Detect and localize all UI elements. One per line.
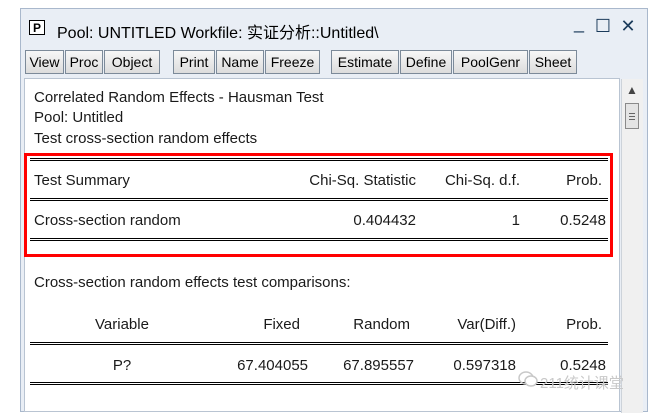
watermark-text: 211统计课堂 [540,375,624,392]
comparison-title: Cross-section random effects test compar… [34,274,351,291]
scroll-up-arrow-icon[interactable]: ▲ [626,83,638,97]
comp-row-random: 67.895557 [343,357,414,374]
comp-row-fixed: 67.404055 [237,357,308,374]
freeze-button[interactable]: Freeze [265,50,320,74]
highlight-box [24,153,613,257]
close-button[interactable]: ✕ [618,16,638,37]
name-button[interactable]: Name [216,50,264,74]
comp-header-fixed: Fixed [263,316,300,333]
comp-header-prob: Prob. [566,316,602,333]
poolgenr-button[interactable]: PoolGenr [453,50,528,74]
pool-object-icon: P [29,20,45,35]
proc-button[interactable]: Proc [65,50,103,74]
test-description: Test cross-section random effects [34,130,258,147]
comp-row-vardiff: 0.597318 [453,357,516,374]
table-rule [30,342,608,345]
sheet-button[interactable]: Sheet [529,50,577,74]
maximize-button[interactable]: ☐ [593,16,613,37]
print-button[interactable]: Print [173,50,215,74]
comp-header-variable: Variable [95,316,149,333]
wechat-logo-icon [518,371,538,387]
grip-line [629,116,635,117]
view-button[interactable]: View [25,50,64,74]
grip-line [629,113,635,114]
window-title: Pool: UNTITLED Workfile: 实证分析::Untitled\ [57,25,379,42]
estimate-button[interactable]: Estimate [331,50,399,74]
title-bar[interactable]: P Pool: UNTITLED Workfile: 实证分析::Untitle… [21,9,647,45]
vertical-scrollbar[interactable]: ▲ [621,79,643,413]
scroll-thumb[interactable] [625,103,639,129]
pool-label: Pool: Untitled [34,109,124,126]
comp-row-variable: P? [112,357,132,374]
output-heading: Correlated Random Effects - Hausman Test [34,89,324,106]
minimize-button[interactable]: _ [569,13,589,34]
comp-header-vardiff: Var(Diff.) [457,316,516,333]
grip-line [629,119,635,120]
define-button[interactable]: Define [400,50,452,74]
object-button[interactable]: Object [104,50,160,74]
comp-header-random: Random [353,316,410,333]
